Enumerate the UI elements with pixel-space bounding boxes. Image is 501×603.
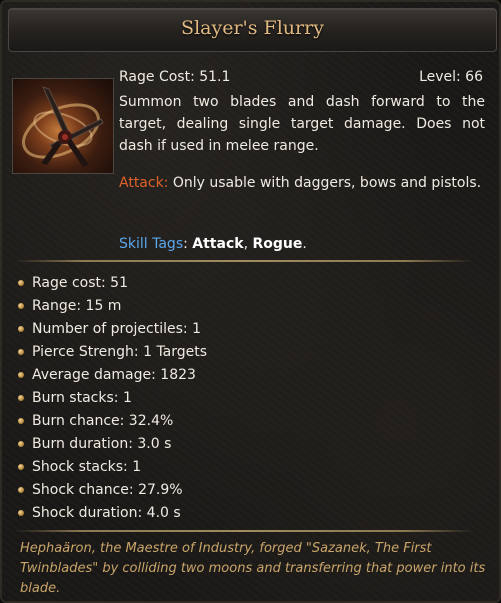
bullet-icon [18, 487, 24, 493]
skill-tags-label: Skill Tags [119, 236, 184, 252]
bullet-icon [18, 349, 24, 355]
stat-shock-stacks: Shock stacks: 1 [32, 459, 142, 475]
stat-burn-stacks: Burn stacks: 1 [32, 390, 132, 406]
rage-cost: Rage Cost: 51.1 [119, 69, 231, 85]
stat-item: Shock stacks: 1 [18, 456, 207, 479]
tooltip-header: Slayer's Flurry [8, 8, 497, 52]
skill-title: Slayer's Flurry [181, 17, 324, 39]
attack-label: Attack: [119, 175, 169, 191]
stat-shock-chance: Shock chance: 27.9% [32, 482, 183, 498]
skill-tags-colon: : [183, 236, 193, 252]
divider-top [14, 260, 474, 262]
lore-text: Hephaäron, the Maestre of Industry, forg… [20, 541, 486, 596]
skill-tooltip: Slayer's Flurry Rage Cost: 51.1 Level: 6… [0, 0, 501, 603]
tag-rogue: Rogue [252, 236, 303, 252]
stat-shock-duration: Shock duration: 4.0 s [32, 505, 181, 521]
tag-end: . [302, 236, 307, 252]
stat-item: Range: 15 m [18, 295, 207, 318]
bullet-icon [18, 441, 24, 447]
bullet-icon [18, 280, 24, 286]
stat-pierce: Pierce Strengh: 1 Targets [32, 344, 208, 360]
skill-level: Level: 66 [419, 69, 483, 85]
stat-item: Shock duration: 4.0 s [18, 502, 207, 525]
bullet-icon [18, 372, 24, 378]
skill-description: Summon two blades and dash forward to th… [119, 94, 485, 154]
stat-range: Range: 15 m [32, 298, 122, 314]
stat-item: Burn duration: 3.0 s [18, 433, 207, 456]
stat-item: Burn chance: 32.4% [18, 410, 207, 433]
stat-burn-duration: Burn duration: 3.0 s [32, 436, 172, 452]
tag-attack: Attack [192, 236, 244, 252]
skill-tags: Skill Tags: Attack, Rogue. [119, 234, 307, 254]
bullet-icon [18, 395, 24, 401]
stat-item: Shock chance: 27.9% [18, 479, 207, 502]
bullet-icon [18, 303, 24, 309]
attack-requirement: Attack: Only usable with daggers, bows a… [119, 172, 485, 194]
attack-text: Only usable with daggers, bows and pisto… [168, 175, 482, 191]
bullet-icon [18, 418, 24, 424]
stat-projectiles: Number of projectiles: 1 [32, 321, 201, 337]
stat-item: Number of projectiles: 1 [18, 318, 207, 341]
stat-rage-cost: Rage cost: 51 [32, 275, 128, 291]
stat-average-damage: Average damage: 1823 [32, 367, 196, 383]
stat-burn-chance: Burn chance: 32.4% [32, 413, 174, 429]
stats-list: Rage cost: 51 Range: 15 m Number of proj… [18, 272, 207, 525]
stat-item: Average damage: 1823 [18, 364, 207, 387]
bullet-icon [18, 464, 24, 470]
stat-item: Rage cost: 51 [18, 272, 207, 295]
divider-bottom [14, 530, 474, 532]
crossed-blades-icon [12, 78, 114, 174]
stat-item: Burn stacks: 1 [18, 387, 207, 410]
bullet-icon [18, 510, 24, 516]
bullet-icon [18, 326, 24, 332]
stat-item: Pierce Strengh: 1 Targets [18, 341, 207, 364]
